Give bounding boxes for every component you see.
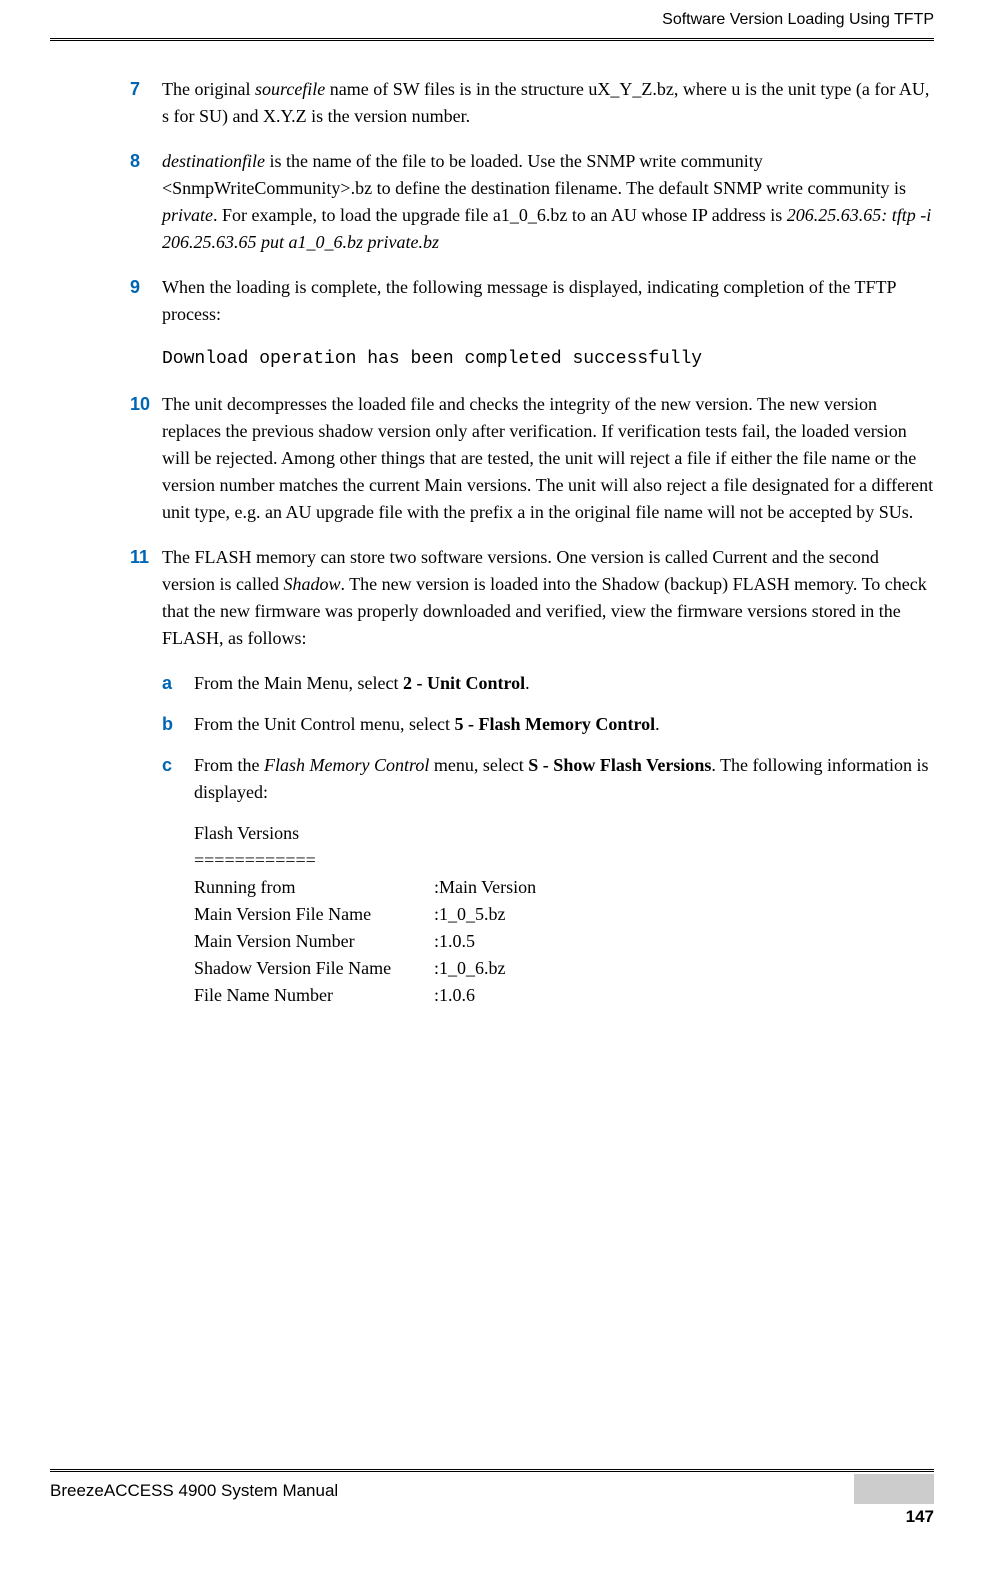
item-number: 7 — [130, 76, 162, 130]
text-span: From the — [194, 755, 264, 775]
item-text: destinationfile is the name of the file … — [162, 148, 934, 256]
flash-versions-block: Flash Versions ============ Running from… — [194, 820, 934, 1009]
content-area: 7 The original sourcefile name of SW fil… — [50, 76, 934, 1009]
page-header: Software Version Loading Using TFTP — [50, 0, 934, 39]
italic-term: destinationfile — [162, 151, 265, 171]
sub-letter: a — [162, 670, 194, 697]
item-text: The original sourcefile name of SW files… — [162, 76, 934, 130]
flash-row: File Name Number :1.0.6 — [194, 982, 934, 1009]
flash-value: :1.0.6 — [434, 982, 475, 1009]
sub-item-c: c From the Flash Memory Control menu, se… — [162, 752, 934, 806]
item-number: 9 — [130, 274, 162, 328]
flash-value: :1_0_6.bz — [434, 955, 506, 982]
bold-menu: 5 - Flash Memory Control — [454, 714, 655, 734]
flash-value: :Main Version — [434, 874, 536, 901]
flash-label: Shadow Version File Name — [194, 955, 434, 982]
page-number: 147 — [50, 1504, 934, 1530]
flash-row: Main Version Number :1.0.5 — [194, 928, 934, 955]
text-span: menu, select — [429, 755, 528, 775]
italic-term: Shadow — [283, 574, 340, 594]
flash-value: :1.0.5 — [434, 928, 475, 955]
flash-value: :1_0_5.bz — [434, 901, 506, 928]
page-tab — [854, 1474, 934, 1504]
sub-item-b: b From the Unit Control menu, select 5 -… — [162, 711, 934, 738]
flash-row: Running from :Main Version — [194, 874, 934, 901]
flash-row: Main Version File Name :1_0_5.bz — [194, 901, 934, 928]
flash-label: File Name Number — [194, 982, 434, 1009]
sub-item-a: a From the Main Menu, select 2 - Unit Co… — [162, 670, 934, 697]
page-footer: BreezeACCESS 4900 System Manual 147 — [50, 1469, 934, 1530]
manual-title: BreezeACCESS 4900 System Manual — [50, 1478, 338, 1504]
flash-label: Main Version File Name — [194, 901, 434, 928]
flash-label: Main Version Number — [194, 928, 434, 955]
list-item-7: 7 The original sourcefile name of SW fil… — [130, 76, 934, 130]
list-item-8: 8 destinationfile is the name of the fil… — [130, 148, 934, 256]
item-number: 8 — [130, 148, 162, 256]
text-span: From the Unit Control menu, select — [194, 714, 454, 734]
sub-text: From the Main Menu, select 2 - Unit Cont… — [194, 670, 530, 697]
code-output: Download operation has been completed su… — [162, 346, 934, 373]
item-text: The unit decompresses the loaded file an… — [162, 391, 934, 526]
text-span: is the name of the file to be loaded. Us… — [162, 151, 906, 198]
italic-term: Flash Memory Control — [264, 755, 429, 775]
bold-menu: 2 - Unit Control — [403, 673, 525, 693]
footer-right — [854, 1478, 934, 1504]
text-span: . — [525, 673, 530, 693]
list-item-10: 10 The unit decompresses the loaded file… — [130, 391, 934, 526]
footer-rule — [50, 1469, 934, 1470]
flash-title: Flash Versions — [194, 820, 934, 847]
text-span: From the Main Menu, select — [194, 673, 403, 693]
italic-term: sourcefile — [255, 79, 325, 99]
italic-term: private — [162, 205, 213, 225]
footer-content: BreezeACCESS 4900 System Manual — [50, 1472, 934, 1504]
list-item-9: 9 When the loading is complete, the foll… — [130, 274, 934, 328]
bold-menu: S - Show Flash Versions — [528, 755, 711, 775]
text-span: . For example, to load the upgrade file … — [213, 205, 787, 225]
text-span: The original — [162, 79, 255, 99]
sub-text: From the Unit Control menu, select 5 - F… — [194, 711, 660, 738]
flash-divider: ============ — [194, 847, 934, 874]
item-text: When the loading is complete, the follow… — [162, 274, 934, 328]
header-rule — [50, 40, 934, 41]
item-text: The FLASH memory can store two software … — [162, 544, 934, 652]
item-number: 11 — [130, 544, 162, 652]
item-number: 10 — [130, 391, 162, 526]
sub-list: a From the Main Menu, select 2 - Unit Co… — [162, 670, 934, 806]
sub-text: From the Flash Memory Control menu, sele… — [194, 752, 934, 806]
list-item-11: 11 The FLASH memory can store two softwa… — [130, 544, 934, 652]
sub-letter: b — [162, 711, 194, 738]
flash-label: Running from — [194, 874, 434, 901]
page-container: Software Version Loading Using TFTP 7 Th… — [0, 0, 984, 1569]
text-span: . — [655, 714, 660, 734]
flash-row: Shadow Version File Name :1_0_6.bz — [194, 955, 934, 982]
sub-letter: c — [162, 752, 194, 806]
